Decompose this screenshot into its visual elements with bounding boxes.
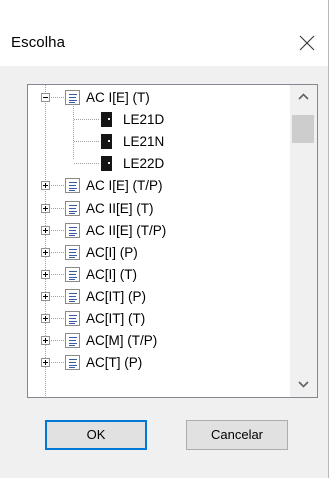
tree-group-item[interactable]: AC II[E] (T/P) — [28, 220, 290, 242]
expand-icon[interactable] — [41, 225, 50, 235]
tree-group-item[interactable]: AC[T] (P) — [28, 352, 290, 374]
dialog-body: AC I[E] (T) LE21D LE21N LE22D AC I[E] (T/P) A… — [0, 66, 328, 478]
device-icon — [101, 112, 112, 128]
scroll-thumb[interactable] — [292, 115, 314, 143]
tree-leaf-item[interactable]: LE21N — [28, 131, 290, 153]
tree-connector — [51, 207, 64, 209]
tree-item-label: AC[I] (P) — [86, 244, 138, 260]
tree-item-label: LE21D — [123, 112, 165, 128]
tree-item-label: AC[M] (T/P) — [86, 333, 158, 349]
tree-item-label: AC[T] (P) — [86, 355, 143, 371]
list-group-icon — [65, 244, 80, 260]
device-icon — [101, 156, 112, 172]
close-icon — [299, 35, 315, 51]
tree-group-item[interactable]: AC I[E] (T/P) — [28, 175, 290, 197]
tree-item-label: AC[IT] (P) — [86, 288, 146, 304]
tree-group-item[interactable]: AC[IT] (T) — [28, 308, 290, 330]
dialog-title: Escolha — [11, 34, 66, 51]
tree-connector — [51, 229, 64, 231]
tree-connector — [74, 163, 100, 165]
expand-icon[interactable] — [41, 291, 50, 301]
tree-items: AC I[E] (T) LE21D LE21N LE22D AC I[E] (T/P) A… — [28, 85, 290, 397]
scroll-up-button[interactable] — [290, 85, 317, 107]
tree-connector — [51, 185, 64, 187]
list-group-icon — [65, 200, 80, 216]
tree-leaf-item[interactable]: LE22D — [28, 153, 290, 175]
list-group-icon — [65, 90, 80, 105]
tree-item-label: AC I[E] (T) — [86, 90, 150, 105]
tree-connector — [51, 295, 64, 297]
tree-item-label: AC[I] (T) — [86, 266, 137, 282]
tree-view[interactable]: AC I[E] (T) LE21D LE21N LE22D AC I[E] (T/P) A… — [27, 84, 318, 398]
tree-item-label: LE22D — [123, 156, 165, 172]
expand-icon[interactable] — [41, 203, 50, 213]
device-icon — [101, 134, 112, 150]
tree-group-item[interactable]: AC I[E] (T) — [28, 87, 290, 109]
expand-icon[interactable] — [41, 247, 50, 257]
list-group-icon — [65, 333, 80, 349]
tree-connector — [51, 318, 64, 319]
close-button[interactable] — [292, 28, 322, 58]
expand-icon[interactable] — [41, 314, 50, 323]
list-group-icon — [65, 266, 80, 282]
tree-item-label: AC II[E] (T) — [86, 200, 154, 216]
title-bar: Escolha — [0, 0, 328, 66]
expand-icon[interactable] — [41, 181, 50, 191]
expand-icon[interactable] — [41, 269, 50, 279]
tree-item-label: AC I[E] (T/P) — [86, 178, 163, 194]
vertical-scrollbar[interactable] — [290, 85, 317, 397]
tree-connector — [51, 362, 64, 364]
expand-icon[interactable] — [41, 358, 50, 368]
tree-group-item[interactable]: AC[I] (P) — [28, 242, 290, 264]
tree-item-label: AC II[E] (T/P) — [86, 222, 167, 238]
chevron-down-icon — [298, 381, 309, 388]
tree-group-item[interactable]: AC[I] (T) — [28, 264, 290, 286]
tree-item-label: LE21N — [123, 134, 165, 150]
tree-connector — [51, 273, 64, 275]
tree-connector — [74, 141, 100, 143]
scroll-down-button[interactable] — [290, 375, 317, 397]
ok-button[interactable]: OK — [45, 420, 147, 450]
list-group-icon — [65, 178, 80, 194]
list-group-icon — [65, 311, 80, 326]
tree-group-item[interactable]: AC[M] (T/P) — [28, 330, 290, 352]
tree-leaf-item[interactable]: LE21D — [28, 109, 290, 131]
tree-connector — [51, 97, 64, 98]
tree-group-item[interactable]: AC[IT] (P) — [28, 286, 290, 308]
list-group-icon — [65, 222, 80, 238]
expand-icon[interactable] — [41, 336, 50, 346]
list-group-icon — [65, 288, 80, 304]
tree-group-item[interactable]: AC II[E] (T) — [28, 198, 290, 220]
list-group-icon — [65, 355, 80, 371]
choice-dialog: Escolha AC I[E] (T) LE21D LE21N LE22D AC I[E… — [0, 0, 329, 478]
tree-connector — [74, 119, 100, 121]
collapse-icon[interactable] — [41, 93, 50, 102]
cancel-button[interactable]: Cancelar — [186, 420, 288, 450]
chevron-up-icon — [298, 93, 309, 100]
tree-item-label: AC[IT] (T) — [86, 311, 146, 326]
tree-connector — [51, 340, 64, 342]
tree-connector — [51, 251, 64, 253]
